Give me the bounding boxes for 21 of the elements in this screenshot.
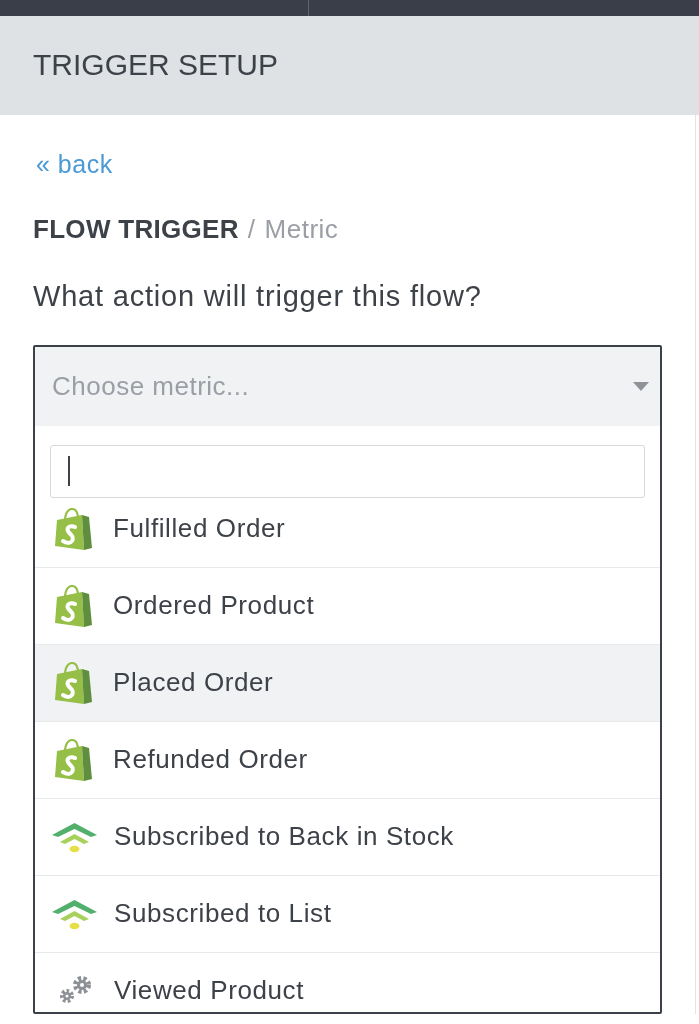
metric-option[interactable]: Subscribed to Back in Stock xyxy=(35,798,660,875)
metric-option[interactable]: Placed Order xyxy=(35,644,660,721)
search-field[interactable] xyxy=(50,445,645,498)
metric-option[interactable]: Viewed Product xyxy=(35,952,660,1012)
metric-option[interactable]: Subscribed to List xyxy=(35,875,660,952)
gears-icon xyxy=(58,975,92,1006)
panel-title: TRIGGER SETUP xyxy=(33,48,279,83)
breadcrumb-separator: / xyxy=(247,214,256,246)
signal-waves-icon xyxy=(52,898,97,930)
metric-option[interactable]: Fulfilled Order xyxy=(35,507,660,567)
metric-option[interactable]: Ordered Product xyxy=(35,567,660,644)
signal-waves-icon xyxy=(52,821,97,853)
shopping-bag-icon xyxy=(55,508,92,550)
shopping-bag-icon xyxy=(55,662,92,704)
shopping-bag-icon xyxy=(55,739,92,781)
breadcrumb-current: Metric xyxy=(264,214,339,246)
shopping-bag-icon xyxy=(55,585,92,627)
caret-icon xyxy=(633,382,649,391)
breadcrumb-section: FLOW TRIGGER xyxy=(33,214,239,246)
metric-option[interactable]: Refunded Order xyxy=(35,721,660,798)
question-text: What action will trigger this flow? xyxy=(33,279,482,314)
